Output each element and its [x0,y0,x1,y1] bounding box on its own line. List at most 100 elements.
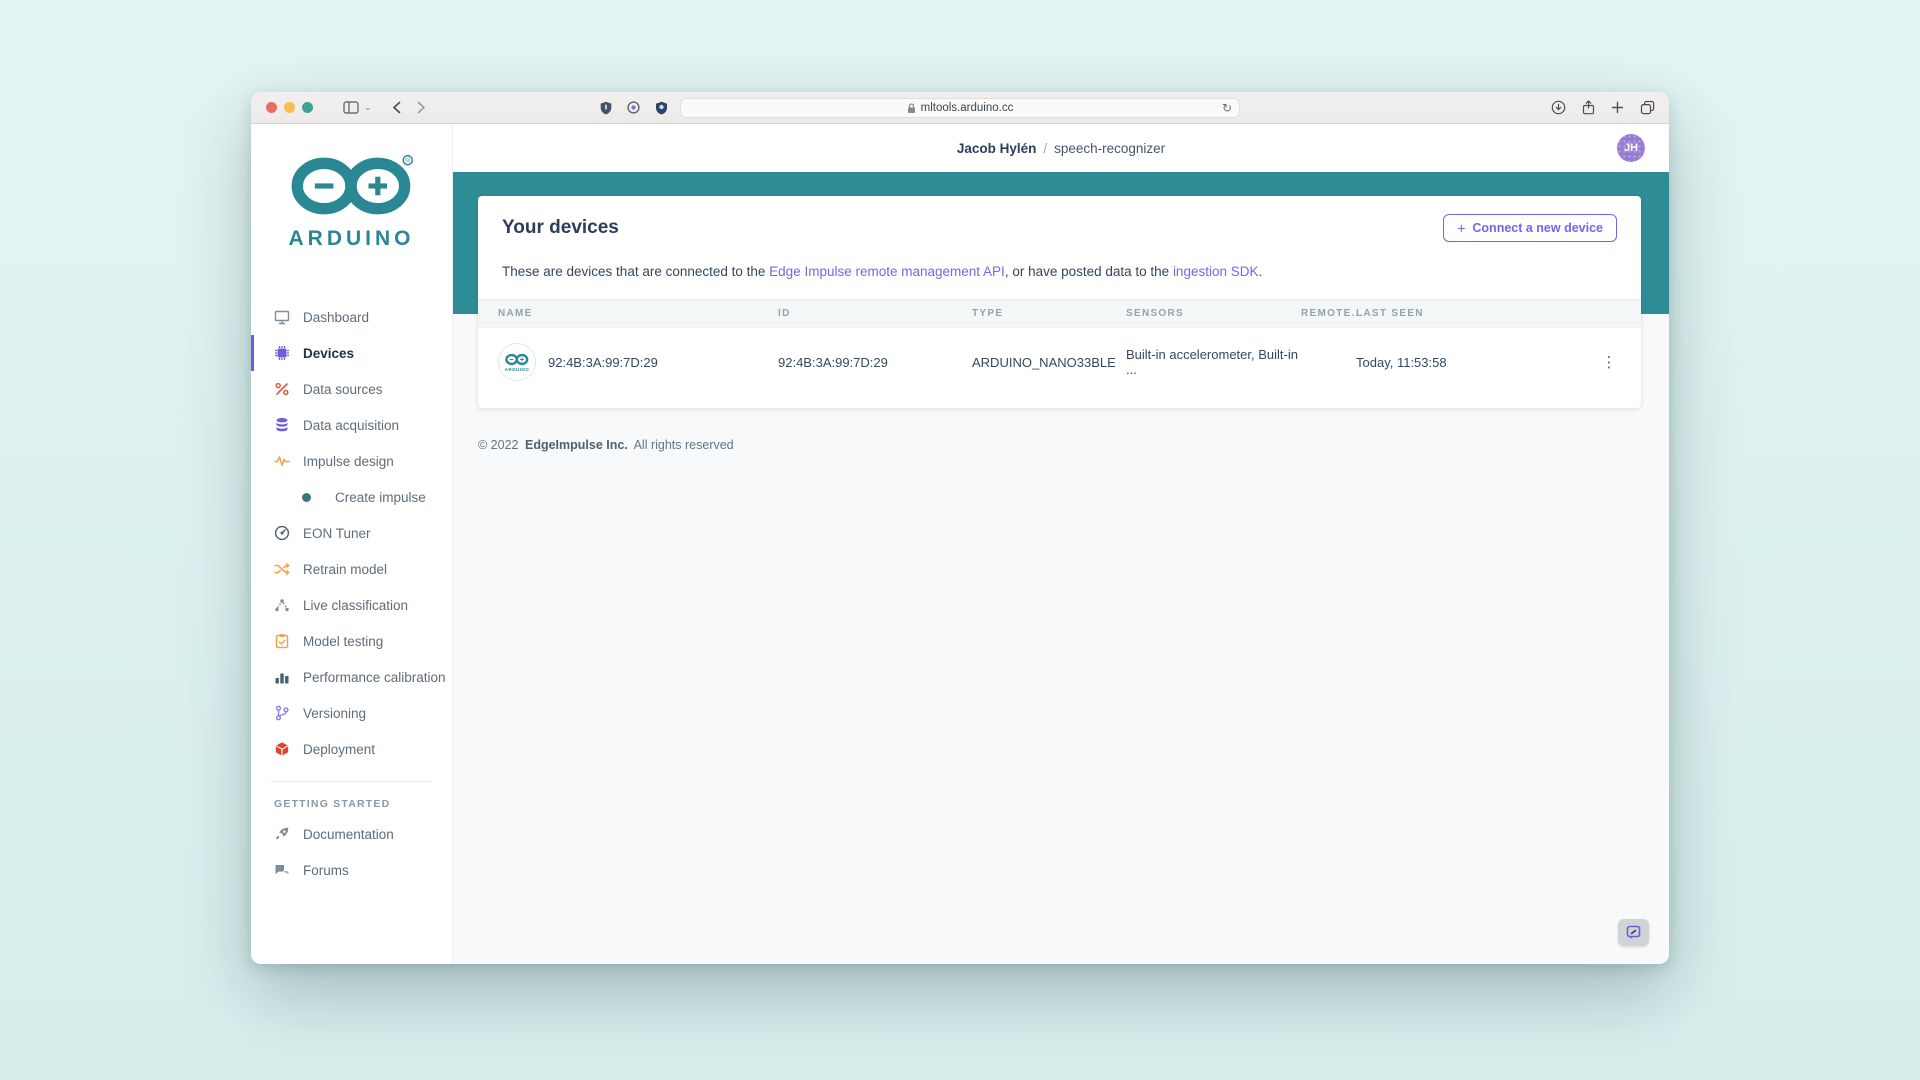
arduino-wordmark: ARDUINO [251,227,452,251]
clipboard-check-icon [274,633,290,649]
devices-table-header: NAME ID TYPE SENSORS REMOTE... LAST SEEN [478,299,1641,328]
breadcrumb: Jacob Hylén / speech-recognizer [957,141,1165,156]
sidebar-nav: Dashboard Devices Data sources [251,299,452,888]
shield-extension-icon[interactable] [600,101,612,115]
arduino-logo[interactable]: ® ARDUINO [251,124,452,251]
circle-dot-extension-icon[interactable] [627,101,640,114]
forums-chat-icon [274,862,290,878]
column-header-name: NAME [498,308,778,319]
sidebar-item-create-impulse[interactable]: Create impulse [251,479,452,515]
sidebar-item-eon-tuner[interactable]: EON Tuner [251,515,452,551]
close-window-button[interactable] [266,102,277,113]
device-name-cell: ARDUINO 92:4B:3A:99:7D:29 [498,343,778,381]
sidebar-item-label: Live classification [303,598,408,613]
zoom-window-button[interactable] [302,102,313,113]
main-area: Jacob Hylén / speech-recognizer JH Your … [453,124,1669,964]
data-sources-icon [274,381,290,397]
bar-chart-icon [274,669,290,685]
window-content: ® ARDUINO Dashboard [251,124,1669,964]
description-text: , or have posted data to the [1005,264,1173,279]
gauge-icon [274,525,290,541]
connect-new-device-button[interactable]: + Connect a new device [1443,214,1617,242]
share-icon[interactable] [1582,100,1595,115]
dashboard-icon [274,309,290,325]
rocket-icon [274,826,290,842]
sidebar-item-documentation[interactable]: Documentation [251,816,452,852]
waveform-icon [274,453,290,469]
ingestion-sdk-link[interactable]: ingestion SDK [1173,264,1259,279]
chevron-down-icon[interactable]: ⌄ [364,102,372,113]
device-brand-label: ARDUINO [505,367,530,372]
sidebar-item-live-classification[interactable]: Live classification [251,587,452,623]
sidebar-item-label: Performance calibration [303,670,446,685]
column-header-id: ID [778,308,972,319]
forward-icon[interactable] [417,101,426,114]
arduino-device-icon: ARDUINO [498,343,536,381]
extension-icons [600,101,668,115]
breadcrumb-project[interactable]: Jacob Hylén [957,141,1037,156]
sidebar-item-model-testing[interactable]: Model testing [251,623,452,659]
remote-management-api-link[interactable]: Edge Impulse remote management API [769,264,1005,279]
breadcrumb-page[interactable]: speech-recognizer [1054,141,1165,156]
device-table-row[interactable]: ARDUINO 92:4B:3A:99:7D:29 92:4B:3A:99:7D… [478,328,1641,396]
card-bottom-padding [478,396,1641,408]
chat-bubble-icon [1626,925,1641,940]
sidebar-item-deployment[interactable]: Deployment [251,731,452,767]
column-header-type: TYPE [972,308,1126,319]
sidebar-item-versioning[interactable]: Versioning [251,695,452,731]
avatar-initials: JH [1624,142,1638,154]
downloads-icon[interactable] [1551,100,1566,115]
live-classification-icon [274,597,290,613]
sidebar-item-label: Documentation [303,827,394,842]
sidebar-item-retrain-model[interactable]: Retrain model [251,551,452,587]
sidebar-item-performance-calibration[interactable]: Performance calibration [251,659,452,695]
new-tab-icon[interactable] [1611,101,1624,114]
connect-button-label: Connect a new device [1472,221,1603,235]
traffic-lights [251,102,313,113]
back-icon[interactable] [392,101,401,114]
chat-widget-button[interactable] [1618,919,1649,946]
copyright-footer: © 2022 EdgeImpulse Inc. All rights reser… [478,438,1669,452]
sidebar-item-data-acquisition[interactable]: Data acquisition [251,407,452,443]
user-avatar[interactable]: JH [1617,134,1645,162]
footer-company: EdgeImpulse Inc. [525,438,628,452]
bullet-icon [302,493,311,502]
sidebar-item-impulse-design[interactable]: Impulse design [251,443,452,479]
devices-chip-icon [274,345,290,361]
sidebar-item-label: Model testing [303,634,383,649]
shuffle-icon [274,561,290,577]
sidebar-item-label: Devices [303,346,354,361]
database-icon [274,417,290,433]
sidebar-item-label: Forums [303,863,349,878]
browser-window: ⌄ mlto [251,92,1669,964]
reload-icon[interactable]: ↻ [1222,101,1232,115]
sidebar-item-label: EON Tuner [303,526,371,541]
sidebar-toggle-icon[interactable] [343,101,359,114]
getting-started-heading: GETTING STARTED [251,782,452,816]
devices-description: These are devices that are connected to … [478,258,1641,299]
description-text: . [1259,264,1263,279]
toolbar-right-icons [1551,100,1655,115]
address-bar[interactable]: mltools.arduino.cc ↻ [680,98,1240,118]
lock-icon [907,103,916,114]
sidebar-item-devices[interactable]: Devices [251,335,452,371]
column-header-last-seen: LAST SEEN [1356,308,1597,319]
devices-card: Your devices + Connect a new device Thes… [478,196,1641,408]
tab-overview-icon[interactable] [1640,100,1655,115]
sidebar-item-label: Deployment [303,742,375,757]
sidebar-item-data-sources[interactable]: Data sources [251,371,452,407]
card-header: Your devices + Connect a new device [478,196,1641,258]
sidebar-item-dashboard[interactable]: Dashboard [251,299,452,335]
sidebar: ® ARDUINO Dashboard [251,124,453,964]
minimize-window-button[interactable] [284,102,295,113]
sidebar-item-label: Retrain model [303,562,387,577]
column-header-sensors: SENSORS [1126,308,1301,319]
sidebar-item-label: Data acquisition [303,418,399,433]
git-branch-icon [274,705,290,721]
badge-extension-icon[interactable] [655,101,668,115]
sidebar-item-label: Dashboard [303,310,369,325]
sidebar-item-forums[interactable]: Forums [251,852,452,888]
url-text: mltools.arduino.cc [921,102,1014,114]
row-menu-kebab-icon[interactable]: ⋮ [1597,353,1621,371]
deployment-box-icon [274,741,290,757]
